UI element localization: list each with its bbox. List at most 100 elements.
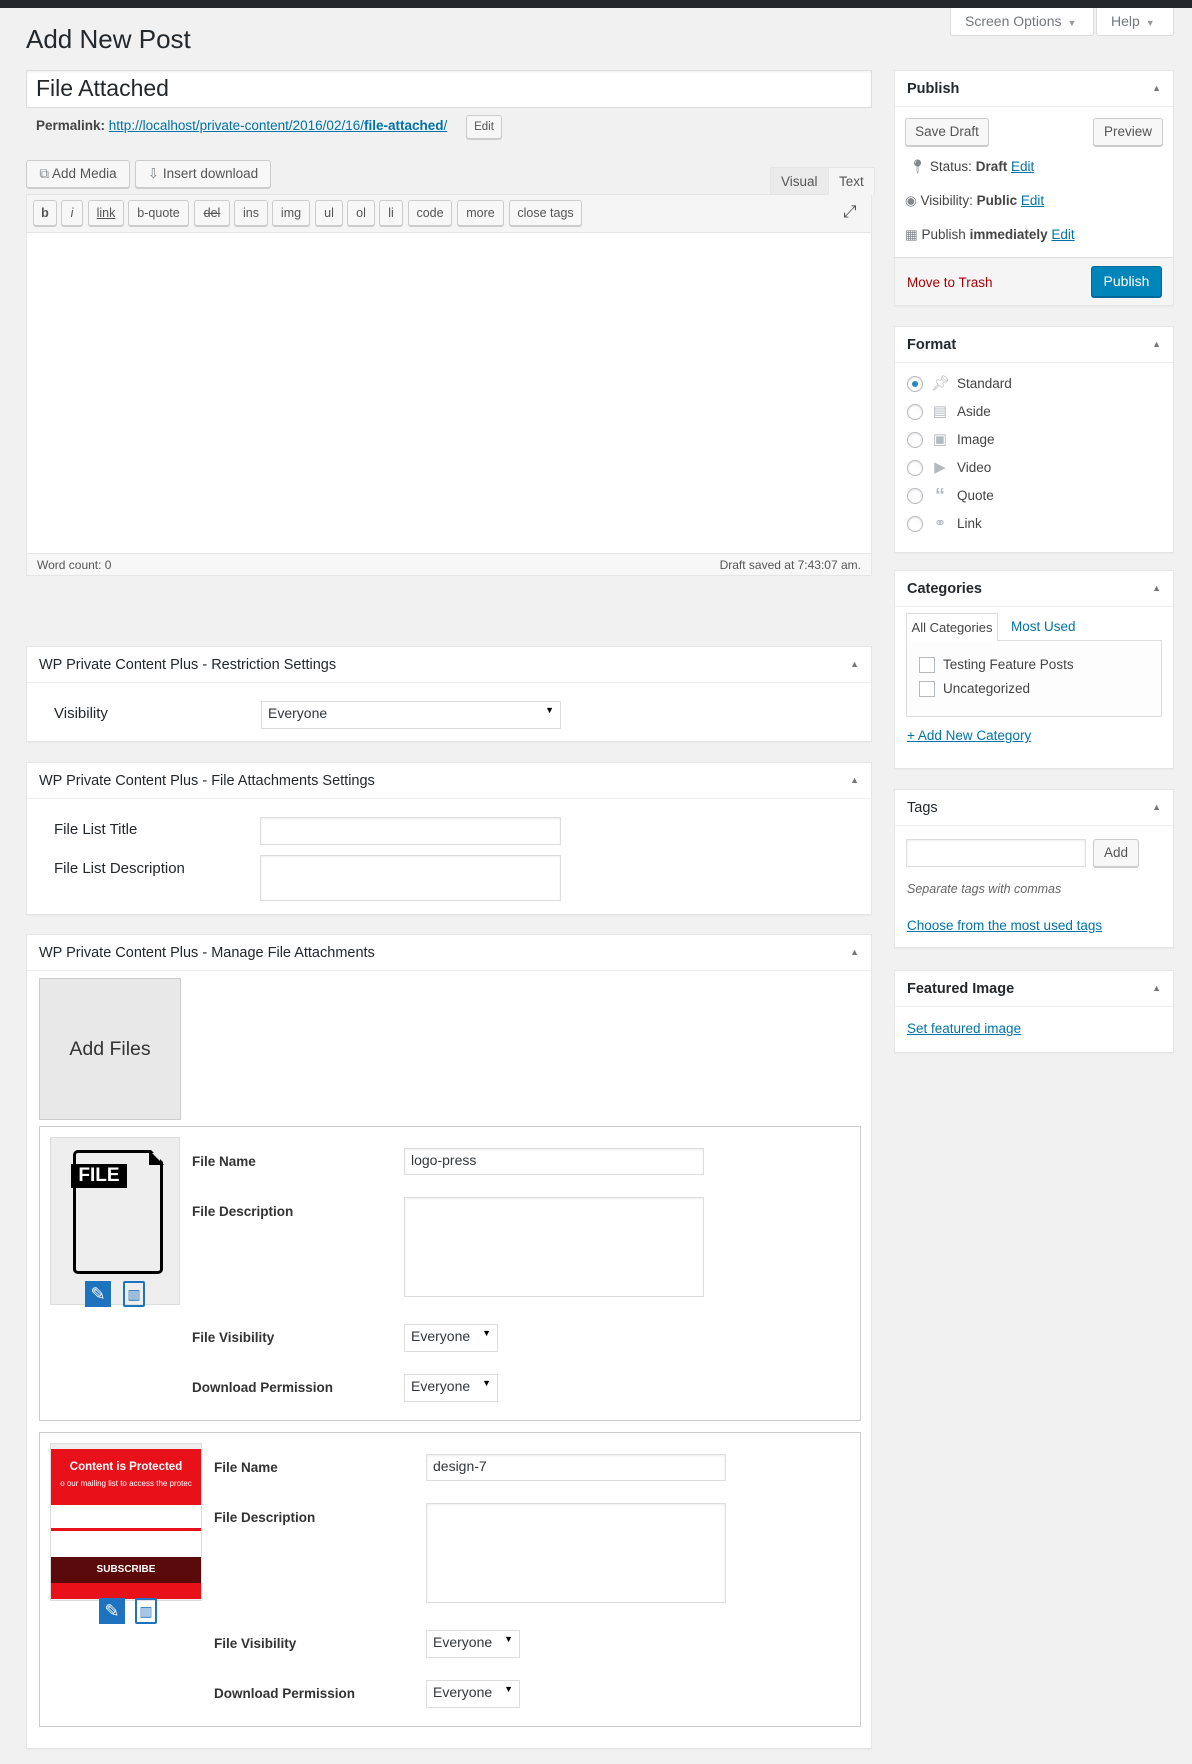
qt-del-button[interactable]: del xyxy=(194,200,230,226)
qt-bquote-button[interactable]: b-quote xyxy=(128,200,189,226)
trash-icon[interactable]: ▥ xyxy=(123,1281,145,1307)
publish-box: Publish ▲ Save Draft Preview 📍︎ Status: D… xyxy=(894,70,1174,306)
add-new-category-link[interactable]: + Add New Category xyxy=(907,728,1031,743)
categories-header[interactable]: Categories ▲ xyxy=(895,571,1173,607)
schedule-edit-link[interactable]: Edit xyxy=(1051,227,1074,242)
add-tag-button[interactable]: Add xyxy=(1093,839,1139,867)
download-permission-select[interactable]: Everyone ▼ xyxy=(404,1374,498,1402)
category-checkbox[interactable] xyxy=(919,681,935,697)
file-name-input[interactable]: logo-press xyxy=(404,1148,704,1175)
featured-image-box: Featured Image ▲ Set featured image xyxy=(894,970,1174,1053)
file-visibility-select[interactable]: Everyone ▼ xyxy=(404,1324,498,1352)
file-visibility-label: File Visibility xyxy=(214,1636,297,1651)
fullscreen-icon[interactable]: ⤢ xyxy=(843,202,857,222)
publish-header[interactable]: Publish ▲ xyxy=(895,71,1173,107)
choose-tags-link[interactable]: Choose from the most used tags xyxy=(907,918,1102,933)
tab-text[interactable]: Text xyxy=(828,167,875,195)
featured-image-header[interactable]: Featured Image ▲ xyxy=(895,971,1173,1007)
collapse-icon[interactable]: ▲ xyxy=(850,775,859,785)
visibility-edit-link[interactable]: Edit xyxy=(1021,193,1044,208)
manage-file-attachments-header[interactable]: WP Private Content Plus - Manage File At… xyxy=(27,935,871,971)
screen-options-button[interactable]: Screen Options ▼ xyxy=(950,8,1094,36)
help-button[interactable]: Help ▼ xyxy=(1096,8,1174,36)
insert-download-label: Insert download xyxy=(162,166,259,181)
tab-most-used[interactable]: Most Used xyxy=(1011,613,1076,640)
format-link-radio[interactable] xyxy=(907,516,923,532)
qt-ol-button[interactable]: ol xyxy=(347,200,375,226)
move-to-trash-link[interactable]: Move to Trash xyxy=(907,275,993,290)
download-permission-select[interactable]: Everyone ▼ xyxy=(426,1680,520,1708)
restriction-settings-title: WP Private Content Plus - Restriction Se… xyxy=(39,657,337,673)
pin-icon: 📌︎ xyxy=(931,375,951,392)
permalink-url[interactable]: http://localhost/private-content/2016/02… xyxy=(109,118,447,133)
qt-bold-button[interactable]: b xyxy=(33,200,57,226)
file-name-input[interactable]: design-7 xyxy=(426,1454,726,1481)
post-title-input[interactable]: File Attached xyxy=(26,70,872,108)
file-list-title-input[interactable] xyxy=(260,817,561,845)
format-video-radio[interactable] xyxy=(907,460,923,476)
qt-img-button[interactable]: img xyxy=(272,200,310,226)
add-media-button[interactable]: ⧉ Add Media xyxy=(26,160,130,188)
qt-ins-button[interactable]: ins xyxy=(234,200,268,226)
media-icon: ⧉ xyxy=(39,166,50,181)
format-title: Format xyxy=(907,337,957,353)
status-edit-link[interactable]: Edit xyxy=(1011,159,1034,174)
dropdown-arrow-icon: ▼ xyxy=(504,1634,513,1644)
format-box: Format ▲ 📌︎ Standard ▤ Aside ▣ Image ▶ Vi… xyxy=(894,326,1174,553)
file-description-textarea[interactable] xyxy=(404,1197,704,1297)
qt-close-tags-button[interactable]: close tags xyxy=(509,200,582,226)
visibility-select[interactable]: Everyone ▼ xyxy=(261,701,561,729)
tab-all-categories[interactable]: All Categories xyxy=(906,613,998,641)
collapse-icon[interactable]: ▲ xyxy=(1152,339,1161,349)
format-video-label: Video xyxy=(957,460,992,475)
collapse-icon[interactable]: ▲ xyxy=(1152,983,1161,993)
qt-more-button[interactable]: more xyxy=(457,200,504,226)
editor-textarea[interactable] xyxy=(27,233,871,553)
permalink-edit-button[interactable]: Edit xyxy=(466,115,502,139)
collapse-icon[interactable]: ▲ xyxy=(850,659,859,669)
save-draft-button[interactable]: Save Draft xyxy=(905,118,989,146)
publish-title: Publish xyxy=(907,81,960,97)
caret-down-icon: ▼ xyxy=(1145,18,1155,28)
collapse-icon[interactable]: ▲ xyxy=(1152,83,1161,93)
format-header[interactable]: Format ▲ xyxy=(895,327,1173,363)
file-list-description-textarea[interactable] xyxy=(260,855,561,901)
format-standard-radio[interactable] xyxy=(907,376,923,392)
image-preview: Content is Protected o our mailing list … xyxy=(51,1449,201,1599)
format-aside-radio[interactable] xyxy=(907,404,923,420)
file-visibility-label: File Visibility xyxy=(192,1330,275,1345)
collapse-icon[interactable]: ▲ xyxy=(850,947,859,957)
insert-download-button[interactable]: ⇩ Insert download xyxy=(135,160,271,188)
publish-button[interactable]: Publish xyxy=(1091,266,1162,297)
file-attachments-settings-header[interactable]: WP Private Content Plus - File Attachmen… xyxy=(27,763,871,799)
qt-code-button[interactable]: code xyxy=(408,200,452,226)
tag-input[interactable] xyxy=(906,839,1086,867)
add-files-button[interactable]: Add Files xyxy=(39,978,181,1120)
qt-ul-button[interactable]: ul xyxy=(315,200,343,226)
file-name-label: File Name xyxy=(192,1154,256,1169)
restriction-settings-header[interactable]: WP Private Content Plus - Restriction Se… xyxy=(27,647,871,683)
schedule-value: immediately xyxy=(969,227,1048,242)
qt-italic-button[interactable]: i xyxy=(61,200,83,226)
download-permission-value: Everyone xyxy=(433,1684,493,1700)
category-checkbox[interactable] xyxy=(919,657,935,673)
category-label: Testing Feature Posts xyxy=(943,657,1074,672)
collapse-icon[interactable]: ▲ xyxy=(1152,583,1161,593)
edit-icon[interactable]: ✎ xyxy=(85,1281,111,1307)
help-label: Help xyxy=(1111,13,1140,29)
tab-visual[interactable]: Visual xyxy=(770,167,829,195)
tags-header[interactable]: Tags ▲ xyxy=(895,790,1173,826)
set-featured-image-link[interactable]: Set featured image xyxy=(907,1021,1021,1036)
collapse-icon[interactable]: ▲ xyxy=(1152,802,1161,812)
file-description-textarea[interactable] xyxy=(426,1503,726,1603)
status-value: Draft xyxy=(975,159,1008,174)
format-image-radio[interactable] xyxy=(907,432,923,448)
visibility-label: Visibility: xyxy=(920,193,973,208)
qt-li-button[interactable]: li xyxy=(379,200,403,226)
trash-icon[interactable]: ▥ xyxy=(135,1598,157,1624)
format-quote-radio[interactable] xyxy=(907,488,923,504)
preview-button[interactable]: Preview xyxy=(1093,118,1163,146)
edit-icon[interactable]: ✎ xyxy=(99,1598,125,1624)
file-visibility-select[interactable]: Everyone ▼ xyxy=(426,1630,520,1658)
qt-link-button[interactable]: link xyxy=(88,200,124,226)
